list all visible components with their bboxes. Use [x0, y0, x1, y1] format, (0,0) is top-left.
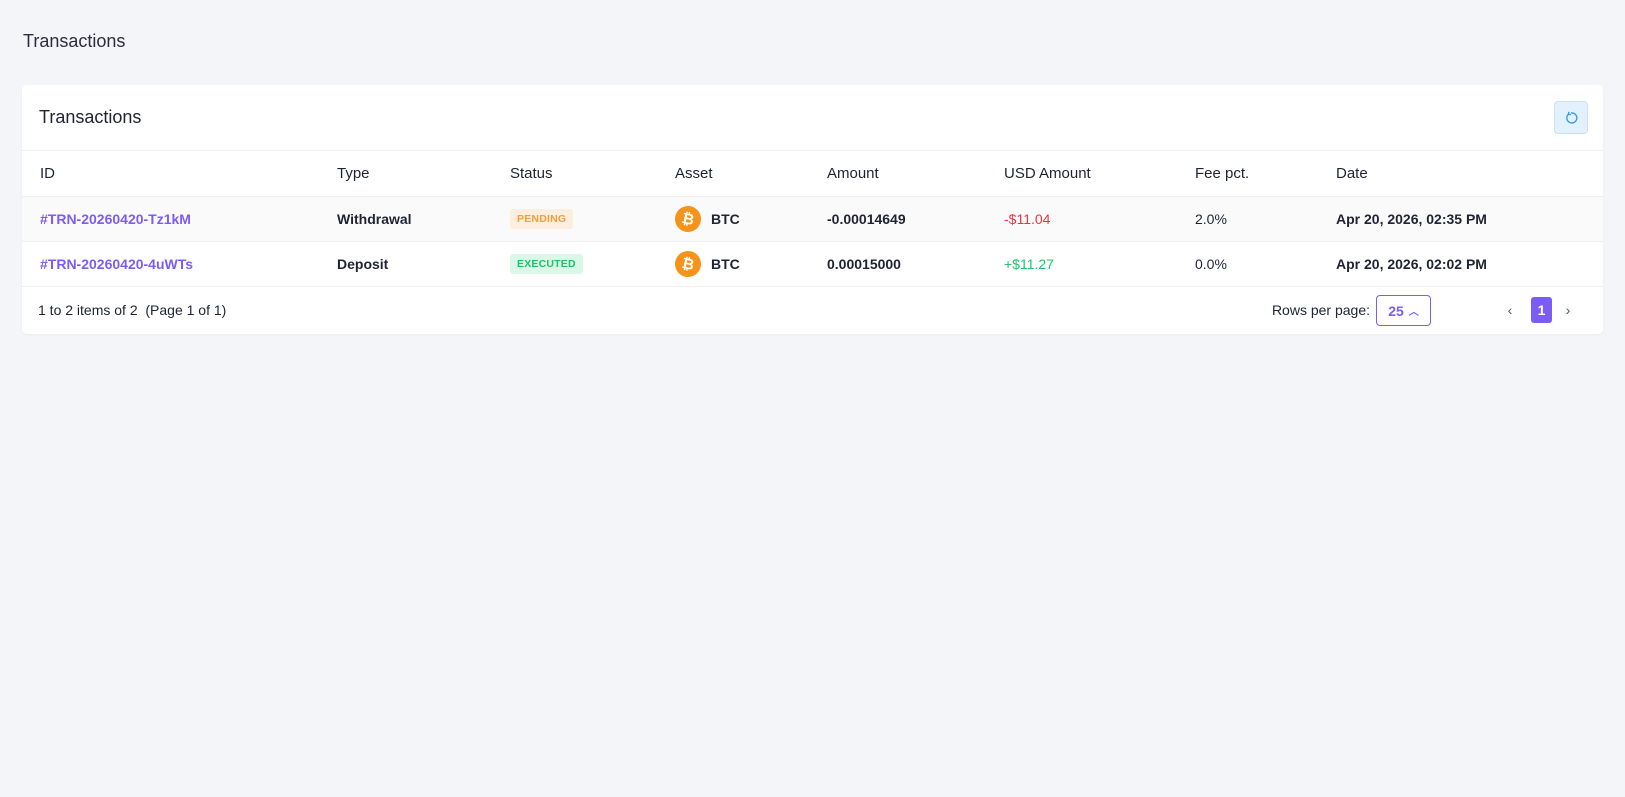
col-type[interactable]: Type [337, 151, 370, 196]
page-1-button[interactable]: 1 [1531, 297, 1552, 323]
amount: -0.00014649 [827, 211, 906, 227]
col-id[interactable]: ID [40, 151, 55, 196]
transaction-id-link[interactable]: #TRN-20260420-4uWTs [40, 242, 193, 286]
usd-amount: +$11.27 [1004, 256, 1054, 272]
type: Deposit [337, 256, 389, 272]
status-badge: PENDING [510, 209, 574, 229]
type: Withdrawal [337, 211, 412, 227]
table-footer: 1 to 2 items of 2 (Page 1 of 1) Rows per… [22, 287, 1603, 333]
col-usd-amount[interactable]: USD Amount [1004, 151, 1091, 196]
usd-amount: -$11.04 [1004, 211, 1051, 227]
table-row[interactable]: #TRN-20260420-Tz1kM Withdrawal PENDING ₿… [22, 197, 1603, 242]
prev-page-button[interactable]: ‹ [1502, 297, 1518, 323]
transactions-card: Transactions ID Type Status Asset Amount… [22, 85, 1603, 334]
table-header: ID Type Status Asset Amount USD Amount F… [22, 151, 1603, 197]
fee-pct: 2.0% [1195, 211, 1227, 227]
chevron-up-icon: ︿ [1408, 307, 1419, 318]
amount: 0.00015000 [827, 256, 901, 272]
col-status[interactable]: Status [510, 151, 553, 196]
page-title: Transactions [23, 31, 126, 51]
col-date[interactable]: Date [1336, 151, 1368, 196]
rows-per-page-label: Rows per page: [1271, 302, 1370, 318]
bitcoin-icon: ₿ [672, 248, 704, 280]
date: Apr 20, 2026, 02:02 PM [1336, 256, 1487, 272]
date: Apr 20, 2026, 02:35 PM [1336, 211, 1487, 227]
col-fee[interactable]: Fee pct. [1195, 151, 1249, 196]
next-page-button[interactable]: › [1560, 297, 1576, 323]
refresh-icon [1566, 111, 1578, 124]
asset: BTC [711, 211, 740, 227]
bitcoin-icon: ₿ [672, 203, 704, 235]
status-badge: EXECUTED [510, 254, 583, 274]
card-header: Transactions [22, 85, 1603, 151]
col-amount[interactable]: Amount [827, 151, 879, 196]
transaction-id-link[interactable]: #TRN-20260420-Tz1kM [40, 197, 191, 241]
card-title: Transactions [39, 107, 142, 127]
rows-per-page-select[interactable]: 25 ︿ [1376, 295, 1431, 326]
asset: BTC [711, 256, 740, 272]
fee-pct: 0.0% [1195, 256, 1227, 272]
pagination-summary: 1 to 2 items of 2 (Page 1 of 1) [38, 302, 227, 318]
rows-per-page-value: 25 [1388, 302, 1404, 319]
refresh-button[interactable] [1554, 101, 1588, 134]
table-row[interactable]: #TRN-20260420-4uWTs Deposit EXECUTED ₿ BT… [22, 242, 1603, 287]
col-asset[interactable]: Asset [675, 151, 713, 196]
